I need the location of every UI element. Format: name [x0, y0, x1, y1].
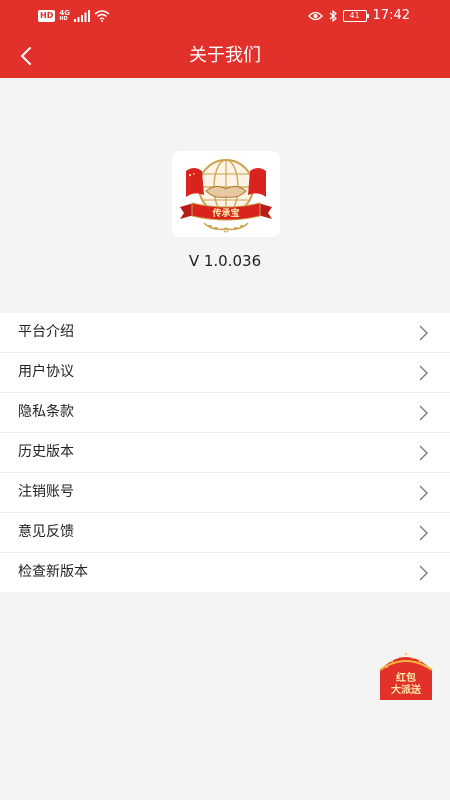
menu-item-platform-intro[interactable]: 平台介绍: [0, 313, 450, 353]
nav-bar: 关于我们: [0, 34, 450, 78]
network-type-bottom: HD: [59, 16, 68, 22]
menu-item-delete-account[interactable]: 注销账号: [0, 473, 450, 513]
red-packet-label-2: 大派送: [391, 685, 421, 696]
menu-item-version-history[interactable]: 历史版本: [0, 433, 450, 473]
menu-item-user-agreement[interactable]: 用户协议: [0, 353, 450, 393]
chevron-right-icon: [419, 365, 428, 381]
menu-item-feedback[interactable]: 意见反馈: [0, 513, 450, 553]
bluetooth-icon: [329, 9, 337, 22]
menu-item-label: 平台介绍: [18, 324, 74, 340]
clock: 17:42: [372, 8, 410, 23]
battery-level: 41: [349, 10, 360, 20]
page-title: 关于我们: [189, 45, 261, 66]
logo-emblem: 传承宝: [180, 159, 272, 233]
menu-item-label: 注销账号: [18, 484, 74, 500]
chevron-right-icon: [419, 565, 428, 581]
menu-item-label: 隐私条款: [18, 404, 74, 420]
status-bar: HD 4G HD 41 17:42: [0, 0, 450, 34]
battery-icon: 41: [342, 9, 369, 22]
chevron-right-icon: [419, 325, 428, 341]
chevron-right-icon: [419, 485, 428, 501]
chevron-left-icon: [21, 47, 31, 65]
app-logo: 传承宝: [172, 151, 280, 237]
menu-list: 平台介绍 用户协议 隐私条款 历史版本 注销账号 意见反馈 检查新版本: [0, 313, 450, 592]
wifi-icon: [94, 9, 110, 22]
hd-badge: HD: [38, 9, 56, 22]
status-left: HD 4G HD: [38, 9, 110, 22]
menu-item-label: 历史版本: [18, 444, 74, 460]
logo-text: 传承宝: [211, 207, 239, 219]
red-packet-label-1: 红包: [396, 673, 416, 684]
menu-item-label: 用户协议: [18, 364, 74, 380]
menu-item-label: 检查新版本: [18, 564, 88, 580]
back-button[interactable]: [10, 40, 42, 72]
menu-item-label: 意见反馈: [18, 524, 74, 540]
signal-icon: [73, 9, 90, 22]
eye-icon: [307, 11, 323, 20]
chevron-right-icon: [419, 405, 428, 421]
chevron-right-icon: [419, 525, 428, 541]
menu-item-privacy-policy[interactable]: 隐私条款: [0, 393, 450, 433]
red-packet-button[interactable]: 红包 大派送: [378, 650, 434, 700]
network-type: 4G HD: [59, 9, 70, 22]
menu-item-check-update[interactable]: 检查新版本: [0, 553, 450, 592]
chevron-right-icon: [419, 445, 428, 461]
status-right: 41 17:42: [307, 8, 410, 23]
app-version: V 1.0.036: [188, 252, 262, 270]
